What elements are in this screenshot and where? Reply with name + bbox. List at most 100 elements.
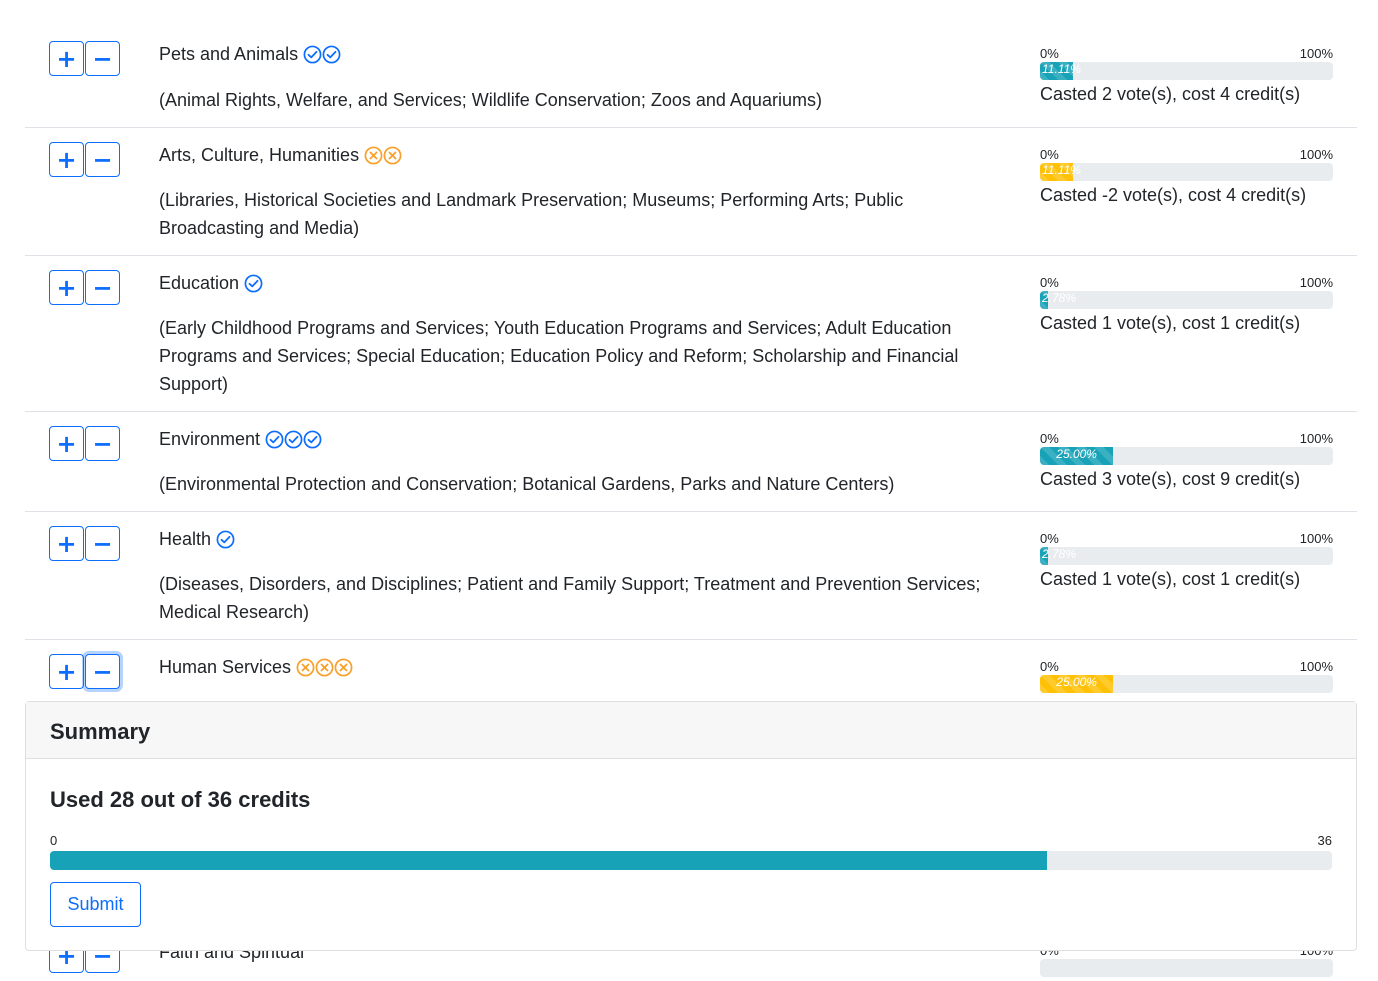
vote-check-icon xyxy=(284,430,303,449)
meter-percent-label: 2.78% xyxy=(1042,547,1077,561)
issue-name-row: Pets and Animals xyxy=(159,44,341,65)
meter-scale: 0% 100% xyxy=(1040,45,1333,62)
vote-cost-text: Casted 1 vote(s), cost 1 credit(s) xyxy=(1040,313,1301,333)
downvote-button[interactable]: − xyxy=(85,41,120,76)
meter-scale: 0% 100% xyxy=(1040,430,1333,447)
upvote-button[interactable]: + xyxy=(49,426,84,461)
issue-name: Arts, Culture, Humanities xyxy=(159,145,360,165)
meter-percent-label: 11.11% xyxy=(1042,163,1081,177)
vote-cost-text: Casted 1 vote(s), cost 1 credit(s) xyxy=(1040,569,1301,589)
meter-max-label: 100% xyxy=(1299,531,1333,546)
meter-track xyxy=(1040,959,1333,977)
issue-name-row: Education xyxy=(159,273,263,294)
meter-max-label: 100% xyxy=(1299,431,1333,446)
meter-percent-label: 25.00% xyxy=(1056,447,1097,461)
meter-percent-label: 25.00% xyxy=(1056,675,1097,689)
meter-min-label: 0% xyxy=(1040,46,1059,61)
vote-x-icon xyxy=(315,658,334,677)
credits-used-text: Used 28 out of 36 credits xyxy=(50,787,311,812)
meter-scale: 0% 100% xyxy=(1040,146,1333,163)
issue-description: (Diseases, Disorders, and Disciplines; P… xyxy=(159,574,981,622)
issue-name-row: Environment xyxy=(159,429,322,450)
credits-progress-fill xyxy=(50,851,1048,870)
downvote-button[interactable]: − xyxy=(85,426,120,461)
submit-button[interactable]: Submit xyxy=(50,882,141,927)
meter-track: 11.11% xyxy=(1040,163,1333,181)
vote-buttons: + − xyxy=(49,270,120,305)
meter-max-label: 100% xyxy=(1299,275,1333,290)
credit-meter: 0% 100% 11.11% Casted 2 vote(s), cost 4 … xyxy=(1040,45,1333,105)
upvote-button[interactable]: + xyxy=(49,654,84,689)
vote-check-icon xyxy=(303,430,322,449)
downvote-button[interactable]: − xyxy=(85,654,120,689)
meter-max-label: 100% xyxy=(1299,46,1333,61)
vote-buttons: + − xyxy=(49,654,120,689)
issue-name: Education xyxy=(159,273,240,293)
upvote-button[interactable]: + xyxy=(49,41,84,76)
issue-name-row: Human Services xyxy=(159,657,353,678)
issue-name: Environment xyxy=(159,429,261,449)
meter-scale: 0% 100% xyxy=(1040,530,1333,547)
credits-progress-bar xyxy=(50,851,1332,870)
vote-buttons: + − xyxy=(49,142,120,177)
meter-scale: 0% 100% xyxy=(1040,658,1333,675)
vote-cost-text: Casted 2 vote(s), cost 4 credit(s) xyxy=(1040,84,1301,104)
meter-max-label: 100% xyxy=(1299,147,1333,162)
upvote-button[interactable]: + xyxy=(49,526,84,561)
credit-meter: 0% 100% 2.78% Casted 1 vote(s), cost 1 c… xyxy=(1040,274,1333,334)
vote-buttons: + − xyxy=(49,41,120,76)
issue-row: + − Health (Diseases, Disorders, and Dis… xyxy=(25,511,1357,640)
credit-meter: 0% 100% 11.11% Casted -2 vote(s), cost 4… xyxy=(1040,146,1333,206)
meter-percent-label: 2.78% xyxy=(1042,291,1077,305)
credits-max-label: 36 xyxy=(1317,833,1332,848)
meter-min-label: 0% xyxy=(1040,147,1059,162)
issue-name: Health xyxy=(159,529,212,549)
meter-track: 25.00% xyxy=(1040,447,1333,465)
issue-name: Pets and Animals xyxy=(159,44,299,64)
vote-marks xyxy=(216,530,235,549)
downvote-button[interactable]: − xyxy=(85,270,120,305)
vote-cost-text: Casted -2 vote(s), cost 4 credit(s) xyxy=(1040,185,1307,205)
downvote-button[interactable]: − xyxy=(85,526,120,561)
vote-x-icon xyxy=(364,146,383,165)
credit-meter: 0% 100% 2.78% Casted 1 vote(s), cost 1 c… xyxy=(1040,530,1333,590)
issue-row: + − Pets and Animals (Animal Rights, Wel… xyxy=(25,0,1357,128)
issue-name-row: Arts, Culture, Humanities xyxy=(159,145,402,166)
vote-cost-text: Casted 3 vote(s), cost 9 credit(s) xyxy=(1040,469,1301,489)
issue-description: (Libraries, Historical Societies and Lan… xyxy=(159,190,904,238)
issue-description: (Animal Rights, Welfare, and Services; W… xyxy=(159,90,822,110)
vote-x-icon xyxy=(334,658,353,677)
credit-meter: 0% 100% 25.00% Casted 3 vote(s), cost 9 … xyxy=(1040,430,1333,490)
meter-min-label: 0% xyxy=(1040,275,1059,290)
meter-track: 2.78% xyxy=(1040,291,1333,309)
issue-row: + − Environment (Environmental Protectio… xyxy=(25,411,1357,512)
issue-row: + − Arts, Culture, Humanities (Libraries… xyxy=(25,127,1357,256)
vote-check-icon xyxy=(216,530,235,549)
downvote-button[interactable]: − xyxy=(85,142,120,177)
credit-meter: 0% 100% 25.00% xyxy=(1040,658,1333,697)
vote-x-icon xyxy=(383,146,402,165)
upvote-button[interactable]: + xyxy=(49,270,84,305)
vote-check-icon xyxy=(265,430,284,449)
summary-panel: Summary Used 28 out of 36 credits 0 36 S… xyxy=(25,701,1357,951)
issue-name: Human Services xyxy=(159,657,292,677)
meter-scale: 0% 100% xyxy=(1040,274,1333,291)
issue-row: + − Education (Early Childhood Programs … xyxy=(25,255,1357,412)
vote-check-icon xyxy=(322,45,341,64)
meter-percent-label: 11.11% xyxy=(1042,62,1081,76)
vote-marks xyxy=(244,274,263,293)
vote-buttons: + − xyxy=(49,426,120,461)
meter-track: 2.78% xyxy=(1040,547,1333,565)
vote-marks xyxy=(265,430,322,449)
vote-marks xyxy=(296,658,353,677)
vote-x-icon xyxy=(296,658,315,677)
vote-marks xyxy=(364,146,402,165)
meter-track: 11.11% xyxy=(1040,62,1333,80)
issue-name-row: Health xyxy=(159,529,235,550)
meter-min-label: 0% xyxy=(1040,659,1059,674)
meter-min-label: 0% xyxy=(1040,431,1059,446)
meter-min-label: 0% xyxy=(1040,531,1059,546)
upvote-button[interactable]: + xyxy=(49,142,84,177)
summary-title: Summary xyxy=(26,702,1356,759)
vote-check-icon xyxy=(303,45,322,64)
